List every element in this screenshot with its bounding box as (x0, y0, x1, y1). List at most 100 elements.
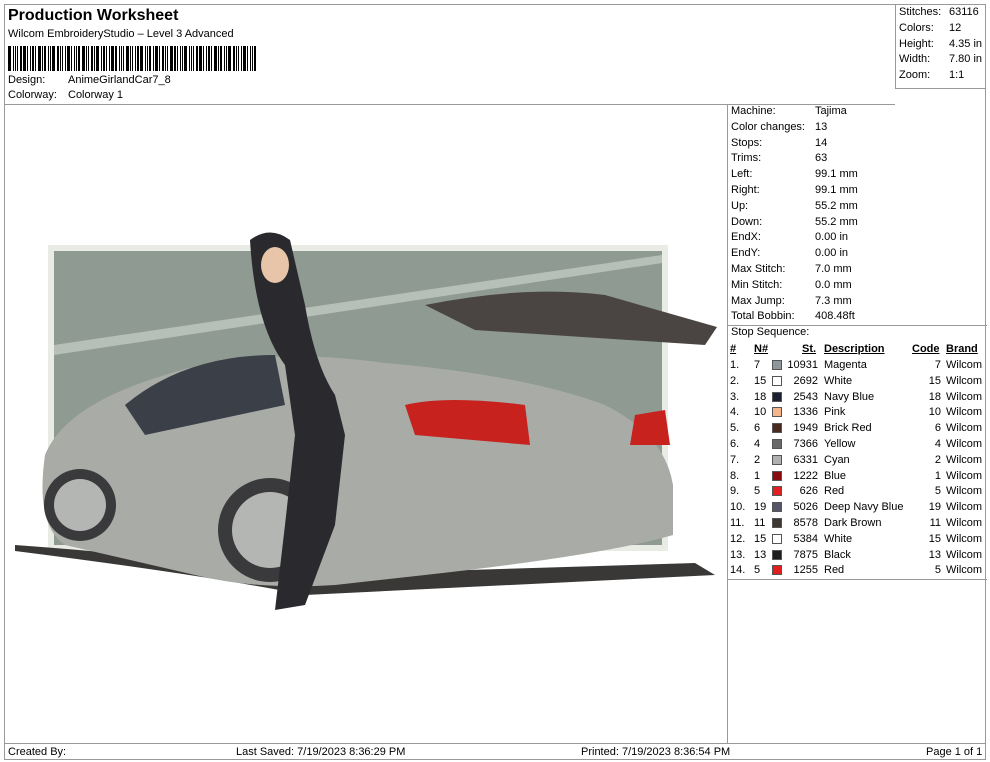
stop-number: 2. (730, 374, 740, 387)
stop-row: 14. 5 1255 Red 5 Wilcom (730, 562, 985, 578)
stop-row: 11. 11 8578 Dark Brown 11 Wilcom (730, 515, 985, 531)
stitch-count: 5026 (793, 501, 818, 514)
color-code: 11 (929, 517, 941, 529)
info-value: 7.3 mm (815, 294, 852, 307)
colorway-label: Colorway: (8, 89, 57, 101)
info-label: Up: (731, 199, 749, 212)
stat-label: Stitches: (899, 6, 942, 18)
header: Production Worksheet Wilcom EmbroiderySt… (4, 4, 895, 105)
info-label: Machine: (731, 105, 776, 117)
stop-row: 10. 19 5026 Deep Navy Blue 19 Wilcom (730, 499, 985, 515)
stitch-count: 626 (799, 485, 818, 498)
color-swatch (772, 502, 782, 513)
info-row: Up: 55.2 mm (731, 199, 858, 215)
color-code: 6 (934, 422, 941, 435)
needle-number: 11 (754, 517, 766, 529)
stop-number: 10. (730, 501, 746, 514)
needle-number: 10 (754, 406, 767, 419)
color-swatch (772, 565, 782, 576)
brand: Wilcom (946, 501, 983, 514)
color-swatch (772, 486, 782, 497)
info-label: Right: (731, 184, 760, 196)
col-code: Code (912, 343, 940, 355)
stop-sequence-title: Stop Sequence: (731, 326, 810, 338)
stop-row: 8. 1 1222 Blue 1 Wilcom (730, 468, 985, 484)
info-panel: Machine: Tajima Color changes: 13 Stops: 14 Tr… (727, 104, 987, 744)
stop-number: 14. (730, 564, 746, 577)
color-swatch (772, 454, 782, 465)
brand: Wilcom (946, 548, 983, 561)
info-row: Stops: 14 (731, 136, 827, 152)
brand: Wilcom (946, 438, 983, 450)
stitch-count: 1949 (793, 422, 818, 435)
needle-number: 19 (754, 501, 767, 514)
info-row: Down: 55.2 mm (731, 215, 858, 231)
color-description: Dark Brown (824, 517, 882, 529)
info-value: 55.2 mm (815, 215, 858, 228)
color-swatch (772, 391, 782, 402)
stop-row: 9. 5 626 Red 5 Wilcom (730, 483, 985, 499)
info-value: 99.1 mm (815, 184, 858, 196)
stop-number: 4. (730, 406, 740, 419)
info-label: Max Jump: (731, 294, 785, 307)
stop-row: 6. 4 7366 Yellow 4 Wilcom (730, 436, 985, 452)
needle-number: 7 (754, 359, 761, 371)
needle-number: 1 (754, 469, 761, 482)
stop-row: 4. 10 1336 Pink 10 Wilcom (730, 404, 985, 420)
stop-row: 5. 6 1949 Brick Red 6 Wilcom (730, 420, 985, 436)
stat-value: 7.80 in (949, 53, 983, 66)
col-n: N# (754, 343, 769, 355)
stop-number: 1. (730, 359, 740, 371)
info-row: Left: 99.1 mm (731, 167, 858, 183)
page-number: Page 1 of 1 (926, 746, 983, 758)
col-desc: Description (824, 343, 885, 355)
stop-row: 12. 15 5384 White 15 Wilcom (730, 531, 985, 547)
page-title: Production Worksheet (8, 7, 179, 24)
info-value: 63 (815, 152, 828, 165)
info-value: 408.48ft (815, 310, 855, 323)
needle-number: 15 (754, 374, 767, 387)
info-value: Tajima (815, 105, 847, 117)
color-swatch (772, 518, 782, 528)
printed-date: Printed: 7/19/2023 8:36:54 PM (581, 746, 731, 758)
color-swatch (772, 470, 782, 481)
info-label: Stops: (731, 136, 763, 149)
info-value: 0.0 mm (815, 278, 852, 291)
color-code: 7 (934, 359, 941, 371)
stitch-count: 7366 (793, 438, 818, 450)
color-description: Black (824, 548, 851, 561)
needle-number: 6 (754, 422, 761, 435)
color-code: 5 (934, 564, 941, 577)
stop-row: 7. 2 6331 Cyan 2 Wilcom (730, 452, 985, 468)
stitch-count: 2543 (793, 390, 818, 403)
color-swatch (772, 533, 782, 544)
stat-row: Height: 4.35 in (899, 37, 983, 53)
info-label: Max Stitch: (731, 263, 786, 275)
needle-number: 2 (754, 453, 761, 466)
col-st: St. (802, 343, 817, 355)
colorway-line: Colorway: Colorway 1 (8, 89, 123, 101)
color-description: Cyan (824, 453, 850, 466)
info-label: Color changes: (731, 120, 805, 133)
info-label: Trims: (731, 152, 762, 165)
design-preview (5, 105, 726, 742)
col-num: # (730, 343, 737, 355)
color-description: Red (824, 564, 845, 577)
stitch-count: 6331 (793, 453, 818, 466)
info-value: 13 (815, 120, 828, 133)
stat-label: Colors: (899, 21, 934, 34)
stat-value: 12 (949, 21, 962, 34)
info-value: 0.00 in (815, 231, 849, 244)
needle-number: 5 (754, 564, 761, 577)
color-code: 18 (928, 390, 941, 403)
stop-row: 2. 15 2692 White 15 Wilcom (730, 373, 985, 389)
brand: Wilcom (946, 453, 983, 466)
needle-number: 15 (754, 532, 767, 545)
info-value: 99.1 mm (815, 168, 858, 181)
needle-number: 5 (754, 485, 761, 498)
stop-row: 3. 18 2543 Navy Blue 18 Wilcom (730, 389, 985, 405)
stop-number: 8. (730, 469, 740, 482)
color-description: Magenta (824, 359, 867, 371)
color-description: Deep Navy Blue (824, 501, 904, 514)
info-label: Total Bobbin: (731, 310, 795, 323)
